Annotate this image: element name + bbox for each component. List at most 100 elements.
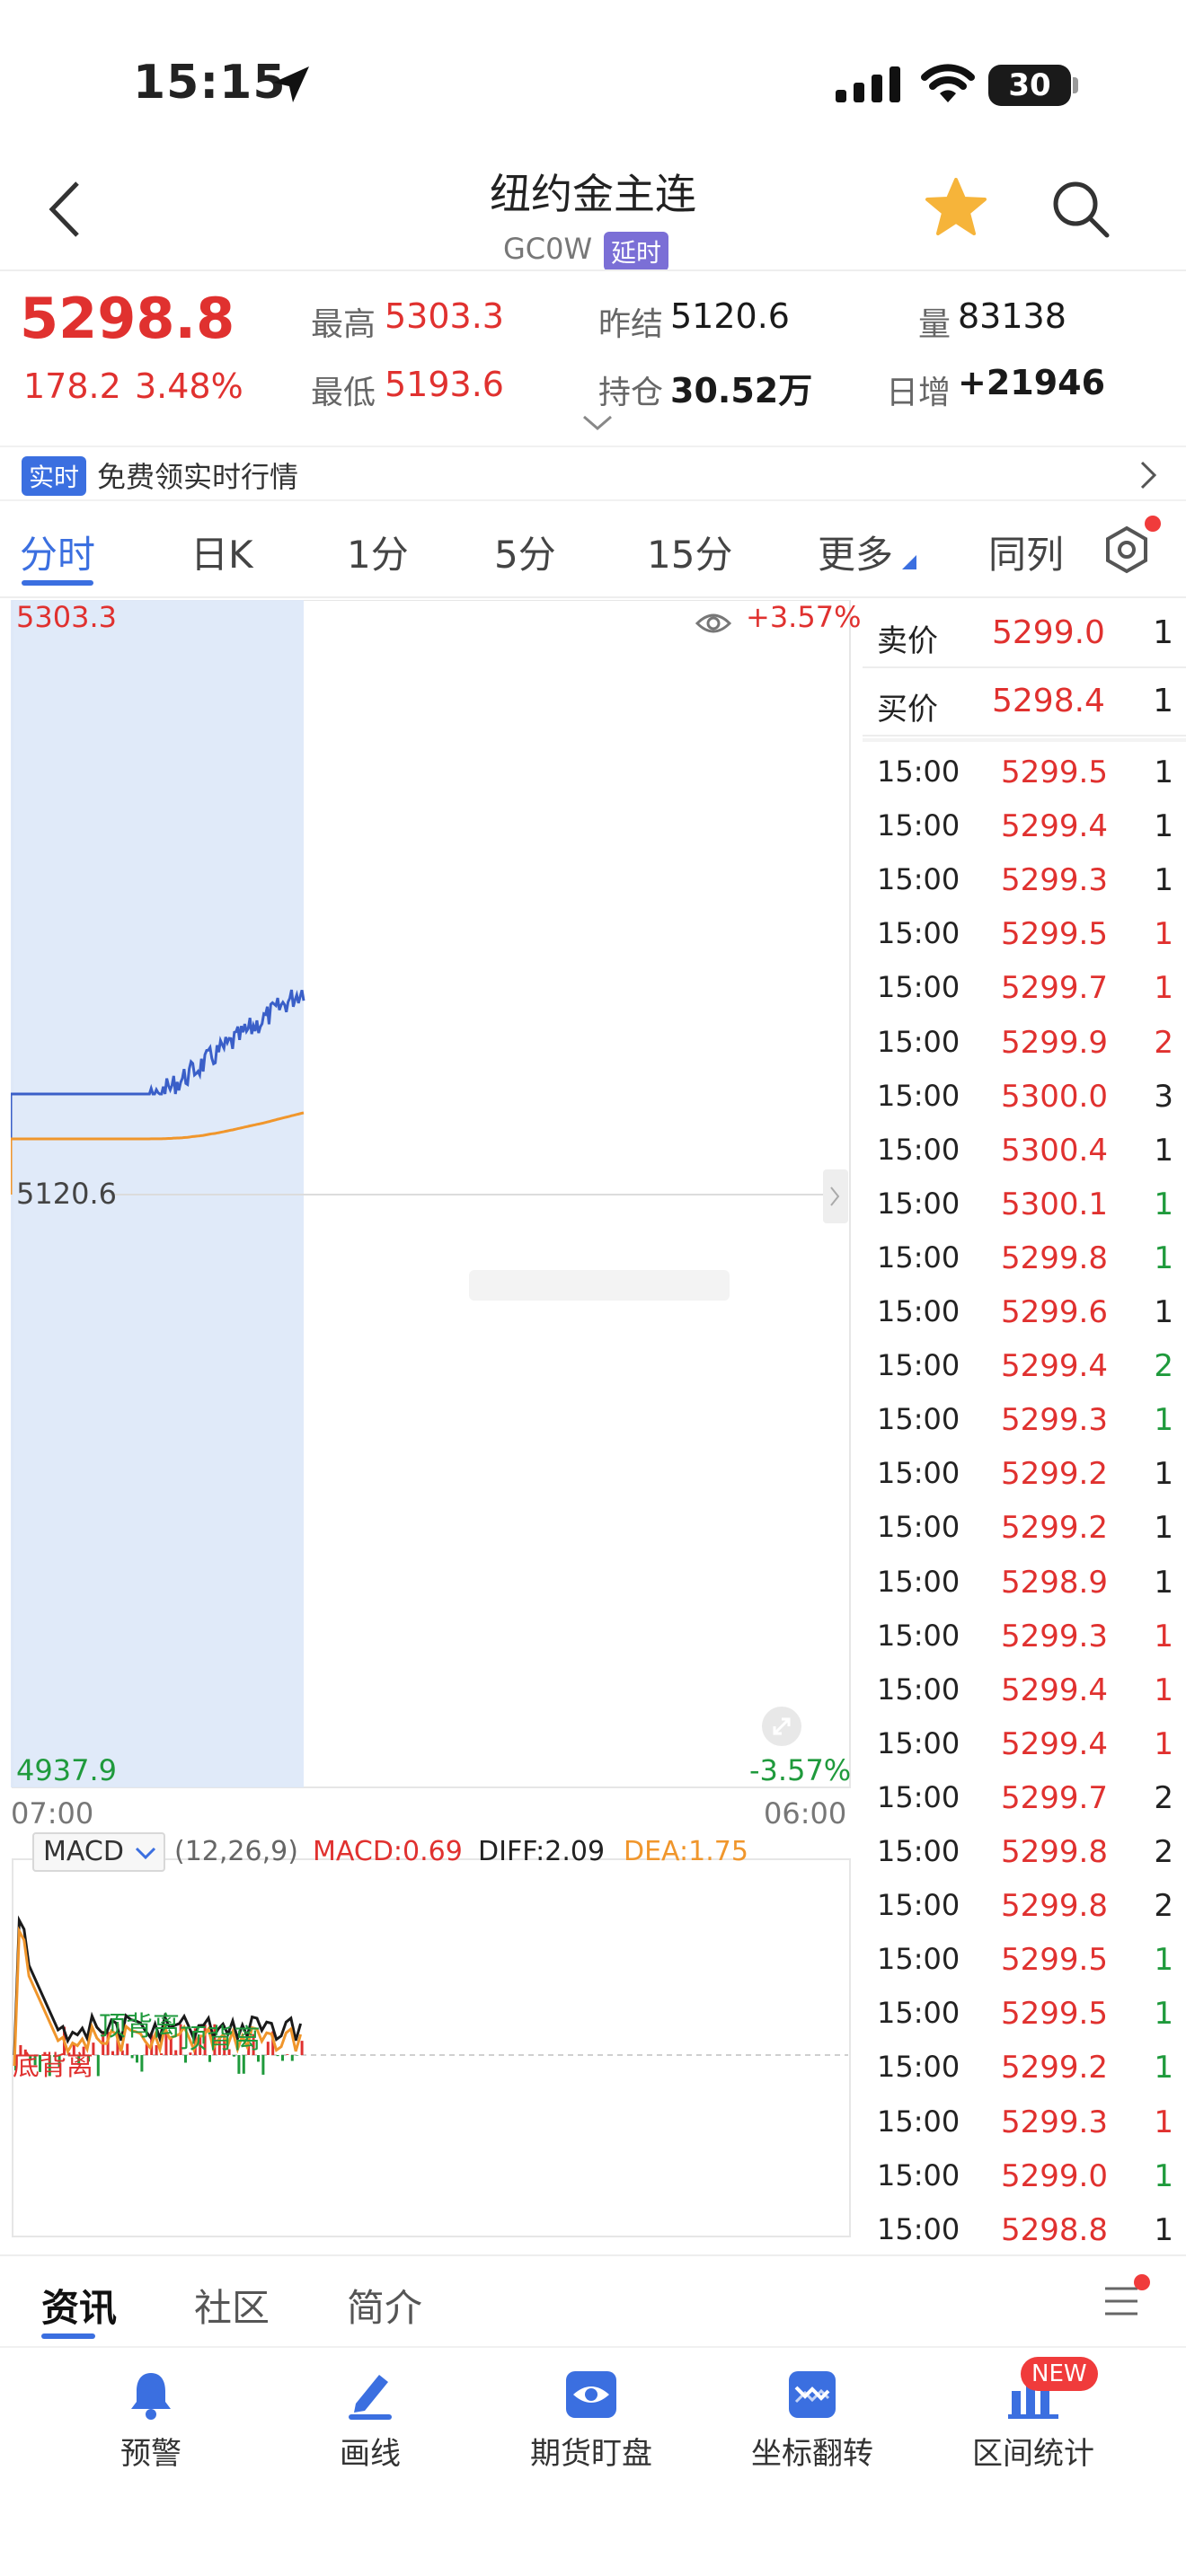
settings-icon[interactable]	[1102, 525, 1152, 575]
chart-top-pct: +3.57%	[746, 600, 862, 634]
tab-community[interactable]: 社区	[194, 2278, 270, 2333]
tab-1min[interactable]: 1分	[347, 525, 409, 579]
back-icon[interactable]	[47, 180, 83, 239]
trade-volume: 2	[1154, 1348, 1173, 1385]
trade-price: 5299.2	[1001, 2050, 1108, 2086]
prev-settle-value: 5120.6	[670, 296, 790, 336]
menu-notification-dot	[1134, 2274, 1150, 2290]
expand-chart-icon[interactable]	[762, 1707, 801, 1746]
trade-time: 15:00	[877, 1239, 960, 1275]
trade-time: 15:00	[877, 1024, 960, 1059]
favorite-star-icon[interactable]	[925, 178, 987, 235]
trade-price: 5299.3	[1001, 2104, 1108, 2140]
tab-news[interactable]: 资讯	[41, 2278, 117, 2333]
trade-time: 15:00	[877, 1078, 960, 1113]
trade-time: 15:00	[877, 1942, 960, 1977]
trade-volume: 1	[1154, 1294, 1173, 1330]
trade-time: 15:00	[877, 862, 960, 897]
trade-time: 15:00	[877, 2211, 960, 2246]
header-divider	[0, 269, 1186, 271]
search-icon[interactable]	[1051, 180, 1111, 239]
trade-row: 15:00 5299.5 1	[863, 1931, 1186, 1985]
trade-volume: 1	[1154, 2211, 1173, 2248]
timeshare-chart[interactable]: 顶背离 顶背离 底背离	[11, 600, 852, 2253]
trade-row: 15:00 5299.4 1	[863, 1716, 1186, 1769]
trade-row: 15:00 5299.3 1	[863, 2094, 1186, 2148]
chart-bottom-pct: -3.57%	[749, 1753, 852, 1787]
chart-time-start: 07:00	[11, 1796, 94, 1831]
notice-text[interactable]: 免费领实时行情	[97, 454, 298, 496]
bid-label: 买价	[877, 692, 938, 728]
trade-volume: 2	[1154, 1779, 1173, 1816]
page-title: 纽约金主连	[490, 170, 696, 218]
tab-daily-k[interactable]: 日K	[190, 525, 253, 579]
daily-increase-value[interactable]: +21946	[958, 363, 1105, 402]
tab-5min[interactable]: 5分	[494, 525, 556, 579]
macd-label: MACD:	[313, 1836, 403, 1867]
trade-time: 15:00	[877, 1779, 960, 1814]
indicator-selector[interactable]: MACD	[32, 1832, 165, 1872]
trade-volume: 1	[1154, 1942, 1173, 1979]
open-interest-label: 持仓	[598, 375, 664, 411]
dea-label: DEA:	[624, 1836, 689, 1867]
tool-draw[interactable]: 画线	[280, 2368, 460, 2473]
menu-icon[interactable]	[1102, 2283, 1141, 2319]
bottom-tab-indicator	[41, 2333, 95, 2339]
macd-bar	[208, 2055, 211, 2062]
change-percent: 3.48%	[135, 366, 243, 406]
trade-volume: 2	[1154, 1888, 1173, 1925]
realtime-badge: 实时	[22, 456, 87, 496]
volume-label: 量	[918, 306, 951, 343]
trade-price: 5299.4	[1001, 808, 1108, 845]
chart-mid-price: 5120.6	[16, 1177, 117, 1211]
tool-alert-label: 预警	[120, 2436, 181, 2472]
ask-row[interactable]: 卖价 5299.0 1	[863, 600, 1186, 668]
tab-peers[interactable]: 同列	[988, 525, 1064, 579]
trade-price: 5298.8	[1001, 2211, 1108, 2248]
more-dropdown-icon	[902, 555, 916, 569]
tool-alert[interactable]: 预警	[61, 2368, 241, 2473]
tab-timeshare[interactable]: 分时	[20, 525, 95, 579]
macd-bar	[242, 2055, 245, 2074]
trade-row: 15:00 5300.0 3	[863, 1068, 1186, 1122]
trade-row: 15:00 5299.0 1	[863, 2148, 1186, 2201]
high-label: 最高	[311, 306, 376, 343]
trade-price: 5299.8	[1001, 1239, 1108, 1276]
trade-price: 5299.0	[1001, 2157, 1108, 2194]
bid-volume: 1	[1153, 683, 1173, 719]
macd-bar	[96, 2055, 100, 2077]
expand-chevron-icon[interactable]	[582, 415, 613, 431]
settings-notification-dot	[1145, 516, 1161, 532]
trade-row: 15:00 5299.5 1	[863, 1985, 1186, 2039]
chart-watermark	[469, 1270, 730, 1301]
trade-volume: 1	[1154, 754, 1173, 790]
trade-time: 15:00	[877, 916, 960, 951]
trade-row: 15:00 5299.4 1	[863, 798, 1186, 851]
tool-flip[interactable]: 坐标翻转	[722, 2368, 902, 2473]
trade-price: 5299.8	[1001, 1888, 1108, 1925]
bid-row[interactable]: 买价 5298.4 1	[863, 668, 1186, 737]
delay-badge: 延时	[604, 232, 669, 271]
open-interest-value: 30.52万	[670, 371, 813, 410]
change-value: 178.2	[23, 366, 121, 406]
dea-readout: DEA:1.75	[624, 1836, 748, 1867]
trade-volume: 1	[1154, 1456, 1173, 1493]
tab-profile[interactable]: 简介	[347, 2278, 422, 2333]
chart-bottom-price: 4937.9	[16, 1753, 117, 1787]
macd-annotation-top-2: 顶背离	[180, 2024, 261, 2055]
trade-volume: 2	[1154, 1834, 1173, 1870]
trade-price: 5299.4	[1001, 1672, 1108, 1708]
macd-bar	[184, 2055, 187, 2063]
tool-watch[interactable]: 期货盯盘	[501, 2368, 681, 2473]
chevron-right-icon[interactable]	[1139, 460, 1157, 490]
location-arrow-icon	[273, 66, 309, 102]
tab-15min[interactable]: 15分	[647, 525, 732, 579]
trade-time: 15:00	[877, 1888, 960, 1923]
macd-annotation-bottom: 底背离	[13, 2051, 93, 2082]
trade-time: 15:00	[877, 1834, 960, 1868]
chart-side-handle[interactable]	[823, 1169, 848, 1223]
trade-volume: 1	[1154, 808, 1173, 845]
tool-range-stats-label: 区间统计	[972, 2436, 1094, 2472]
trade-price: 5300.0	[1001, 1078, 1108, 1115]
tab-more[interactable]: 更多	[818, 525, 893, 579]
